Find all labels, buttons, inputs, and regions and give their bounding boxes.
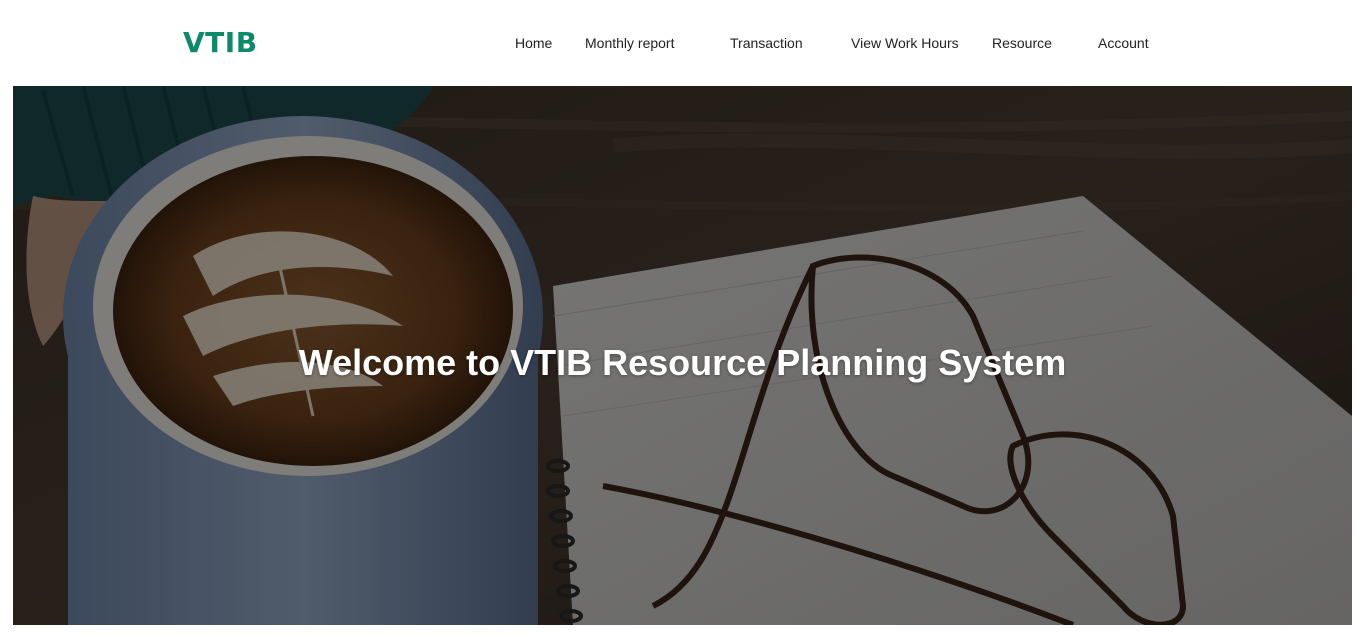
site-header: VTIB Home Monthly report Transaction Vie… bbox=[0, 0, 1356, 86]
nav-item-account[interactable]: Account bbox=[1098, 34, 1149, 52]
brand-logo[interactable]: VTIB bbox=[183, 26, 258, 60]
nav-item-home[interactable]: Home bbox=[515, 34, 552, 52]
nav-item-resource[interactable]: Resource bbox=[992, 34, 1052, 52]
nav-item-monthly-report[interactable]: Monthly report bbox=[585, 34, 674, 52]
hero-banner: Welcome to VTIB Resource Planning System bbox=[13, 86, 1352, 625]
nav-item-view-work-hours[interactable]: View Work Hours bbox=[851, 34, 959, 52]
hero-title: Welcome to VTIB Resource Planning System bbox=[298, 342, 1067, 383]
nav-item-transaction[interactable]: Transaction bbox=[730, 34, 803, 52]
page-bottom-strip bbox=[0, 625, 1356, 637]
